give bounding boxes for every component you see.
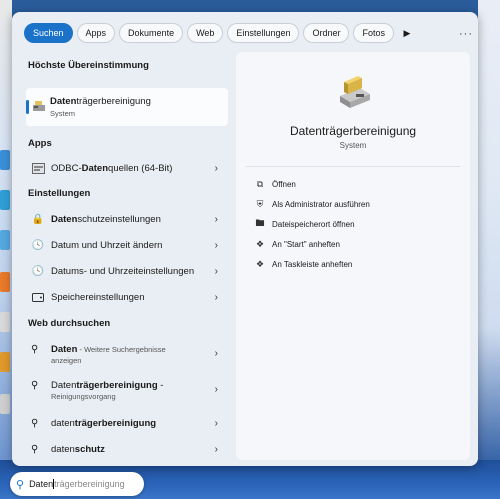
web-item-datenschutz[interactable]: ⚲ datenschutz › (26, 444, 228, 456)
best-match-title: Datenträgerbereinigung (50, 96, 151, 107)
desktop-icon-3[interactable] (0, 230, 10, 250)
chevron-right-icon[interactable]: › (215, 348, 218, 359)
shield-icon: ⛨ (256, 198, 264, 209)
filter-chip-suchen[interactable]: Suchen (24, 23, 73, 43)
folder-icon: 🖿 (255, 218, 265, 228)
disk-cleanup-icon (340, 76, 370, 108)
search-value: Datenträgerbereinigung (29, 478, 125, 490)
best-match-heading: Höchste Übereinstimmung (28, 60, 149, 71)
chevron-right-icon[interactable]: › (215, 292, 218, 303)
open-icon: ⧉ (256, 178, 264, 189)
desktop-icon-1[interactable] (0, 150, 10, 170)
clock-icon: 🕓 (31, 239, 45, 251)
filter-chip-apps[interactable]: Apps (76, 23, 116, 43)
divider (246, 166, 460, 167)
chevron-right-icon[interactable]: › (215, 266, 218, 277)
desktop-icon-2[interactable] (0, 190, 10, 210)
action-label: An Taskleiste anheften (272, 259, 353, 269)
apps-heading: Apps (28, 138, 52, 149)
chevron-right-icon[interactable]: › (215, 444, 218, 455)
settings-item-label: Speichereinstellungen (51, 291, 145, 303)
pin-icon: ❖ (255, 238, 265, 249)
chevron-right-icon[interactable]: › (215, 214, 218, 225)
clock-icon: 🕓 (31, 265, 45, 277)
action-label: Dateispeicherort öffnen (272, 219, 355, 229)
search-icon: ⚲ (31, 380, 39, 391)
best-match-subtitle: System (50, 109, 76, 118)
best-match-item[interactable]: Datenträgerbereinigung System (26, 88, 228, 126)
settings-item-label: Datenschutzeinstellungen (51, 213, 161, 225)
web-item-datentraegerbereinigung[interactable]: ⚲ Datenträgerbereinigung - Reinigungsvor… (26, 380, 228, 401)
filter-chip-fotos[interactable]: Fotos (353, 23, 394, 43)
search-input[interactable]: ⚲ Datenträgerbereinigung (10, 472, 144, 496)
filter-chip-dokumente[interactable]: Dokumente (119, 23, 184, 43)
settings-item-label: Datum und Uhrzeit ändern (51, 239, 163, 251)
desktop-icon-6[interactable] (0, 352, 10, 372)
search-icon: ⚲ (16, 478, 25, 491)
settings-heading: Einstellungen (28, 188, 91, 199)
filter-chip-ordner[interactable]: Ordner (303, 23, 350, 43)
chevron-right-icon[interactable]: › (215, 384, 218, 395)
desktop-icon-5[interactable] (0, 312, 10, 332)
action-open[interactable]: ⧉ Öffnen (254, 175, 296, 193)
chevron-right-icon[interactable]: › (215, 240, 218, 251)
filter-chips: Suchen Apps Dokumente Web Einstellungen … (24, 22, 416, 44)
filter-chip-web[interactable]: Web (187, 23, 224, 43)
filter-chip-einstellungen[interactable]: Einstellungen (227, 23, 300, 43)
storage-icon (31, 290, 45, 304)
detail-pane: Datenträgerbereinigung System ⧉ Öffnen ⛨… (236, 52, 470, 460)
odbc-icon (31, 161, 45, 175)
web-heading: Web durchsuchen (28, 318, 111, 329)
selection-indicator (26, 100, 29, 114)
web-item-datentraegerbereinigung-2[interactable]: ⚲ datenträgerbereinigung › (26, 418, 228, 430)
search-icon: ⚲ (31, 418, 39, 429)
action-pin-start[interactable]: ❖ An "Start" anheften (254, 235, 340, 253)
desktop-icon-7[interactable] (0, 394, 10, 414)
action-label: An "Start" anheften (272, 239, 340, 249)
start-search-panel: Suchen Apps Dokumente Web Einstellungen … (12, 12, 478, 466)
action-pin-taskbar[interactable]: ❖ An Taskleiste anheften (254, 255, 352, 273)
chevron-right-icon[interactable]: › (215, 163, 218, 174)
disk-cleanup-icon (33, 101, 45, 111)
app-item-odbc[interactable]: ODBC-Datenquellen (64-Bit) › (26, 156, 228, 180)
settings-item-datum-aendern[interactable]: 🕓 Datum und Uhrzeit ändern › (26, 233, 228, 257)
settings-item-datum-einstellungen[interactable]: 🕓 Datums- und Uhrzeiteinstellungen › (26, 259, 228, 283)
desktop-icon-4[interactable] (0, 272, 10, 292)
search-icon: ⚲ (31, 444, 39, 455)
play-icon[interactable]: ▶ (398, 23, 416, 43)
settings-item-datenschutz[interactable]: 🔒 Datenschutzeinstellungen › (26, 207, 228, 231)
lock-icon: 🔒 (31, 213, 45, 225)
results-list: Höchste Übereinstimmung Datenträgerberei… (12, 52, 232, 466)
action-open-file-location[interactable]: 🖿 Dateispeicherort öffnen (254, 215, 355, 233)
settings-item-speicher[interactable]: Speichereinstellungen › (26, 285, 228, 309)
desktop-right-window (478, 0, 500, 470)
pin-icon: ❖ (255, 258, 265, 269)
web-item-daten[interactable]: ⚲ Daten - Weitere Suchergebnisse anzeige… (26, 344, 228, 365)
settings-item-label: Datums- und Uhrzeiteinstellungen (51, 265, 195, 277)
action-label: Öffnen (272, 179, 296, 189)
more-icon[interactable]: ··· (459, 28, 473, 40)
app-item-label: ODBC-Datenquellen (64-Bit) (51, 162, 173, 174)
action-run-as-admin[interactable]: ⛨ Als Administrator ausführen (254, 195, 370, 213)
detail-title: Datenträgerbereinigung (289, 124, 417, 138)
detail-subtitle: System (339, 141, 367, 150)
search-icon: ⚲ (31, 344, 39, 355)
action-label: Als Administrator ausführen (272, 199, 370, 209)
chevron-right-icon[interactable]: › (215, 418, 218, 429)
